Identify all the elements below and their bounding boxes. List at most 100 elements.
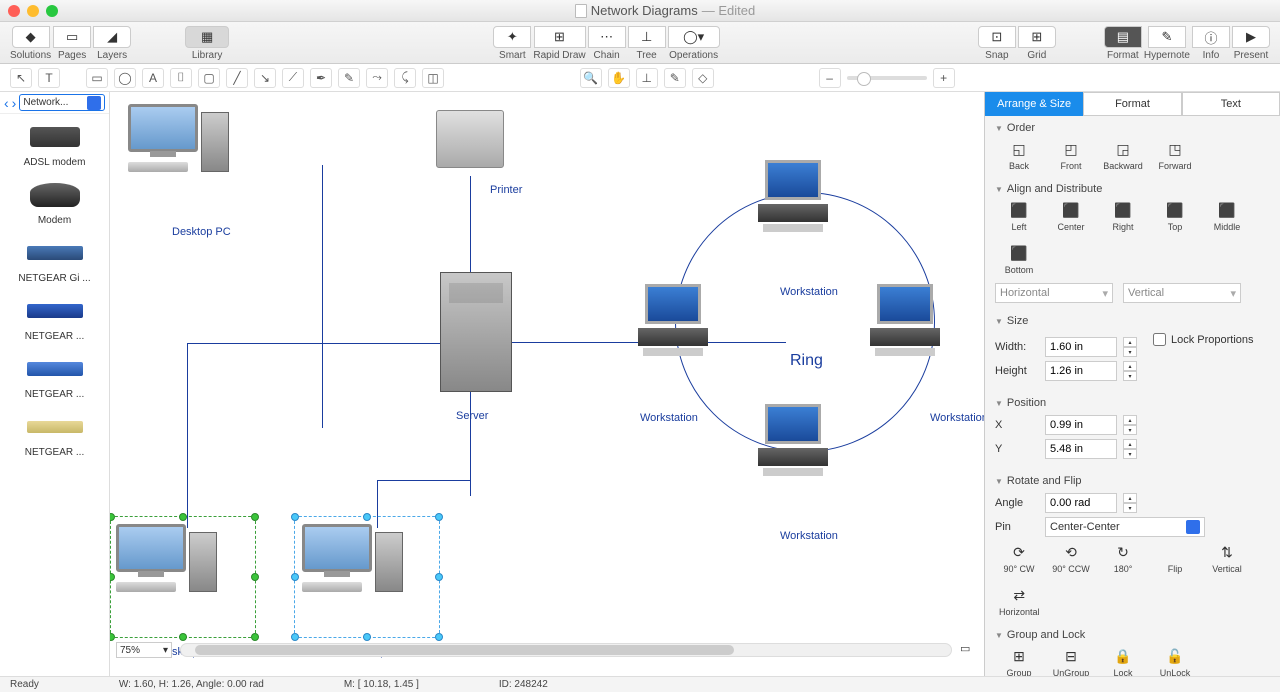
eraser-tool[interactable]: ◇ bbox=[692, 68, 714, 88]
arrow-tool[interactable]: ↘ bbox=[254, 68, 276, 88]
zoom-window-button[interactable] bbox=[46, 5, 58, 17]
present-button[interactable]: ▶Present bbox=[1232, 26, 1270, 61]
library-item-netgear-3[interactable]: NETGEAR ... bbox=[2, 352, 107, 400]
shape-workstation-bottom[interactable] bbox=[758, 404, 828, 476]
order-front-button[interactable]: ◰Front bbox=[1051, 140, 1091, 171]
pencil-tool[interactable]: ✎ bbox=[338, 68, 360, 88]
order-forward-button[interactable]: ◳Forward bbox=[1155, 140, 1195, 171]
height-input[interactable] bbox=[1045, 361, 1117, 381]
rotate-cw-button[interactable]: ⟳90° CW bbox=[999, 543, 1039, 574]
ellipse-tool[interactable]: ◯ bbox=[114, 68, 136, 88]
minimize-window-button[interactable] bbox=[27, 5, 39, 17]
text-shape-tool[interactable]: A bbox=[142, 68, 164, 88]
angle-input[interactable] bbox=[1045, 493, 1117, 513]
section-group[interactable]: Group and Lock bbox=[995, 629, 1270, 641]
eyedropper-tool[interactable]: ✎ bbox=[664, 68, 686, 88]
flip-horizontal-button[interactable]: ⇄Horizontal bbox=[999, 586, 1040, 617]
section-position[interactable]: Position bbox=[995, 397, 1270, 409]
pin-select[interactable]: Center-Center bbox=[1045, 517, 1205, 537]
close-window-button[interactable] bbox=[8, 5, 20, 17]
shape-server[interactable] bbox=[440, 272, 512, 392]
label-printer[interactable]: Printer bbox=[490, 184, 522, 196]
canvas-area[interactable]: Desktop PC Printer Server Ring Workstati… bbox=[110, 92, 984, 676]
x-stepper[interactable]: ▴▾ bbox=[1123, 415, 1137, 435]
pen-tool[interactable]: ✒ bbox=[310, 68, 332, 88]
order-back-button[interactable]: ◱Back bbox=[999, 140, 1039, 171]
library-button[interactable]: ▦Library bbox=[179, 26, 235, 61]
info-button[interactable]: ⓘInfo bbox=[1192, 26, 1230, 61]
zoom-slider[interactable] bbox=[847, 76, 927, 80]
height-stepper[interactable]: ▴▾ bbox=[1123, 361, 1137, 381]
x-input[interactable] bbox=[1045, 415, 1117, 435]
rotate-ccw-button[interactable]: ⟲90° CCW bbox=[1051, 543, 1091, 574]
tab-arrange-size[interactable]: Arrange & Size bbox=[985, 92, 1083, 116]
width-stepper[interactable]: ▴▾ bbox=[1123, 337, 1137, 357]
horizontal-scrollbar[interactable] bbox=[180, 643, 952, 657]
pointer-tool[interactable]: ↖ bbox=[10, 68, 32, 88]
tab-format[interactable]: Format bbox=[1083, 92, 1181, 116]
lock-proportions-checkbox[interactable]: Lock Proportions bbox=[1153, 333, 1254, 346]
connector-tool[interactable]: ⤳ bbox=[366, 68, 388, 88]
unlock-button[interactable]: 🔓UnLock bbox=[1155, 647, 1195, 676]
align-top-button[interactable]: ⬛Top bbox=[1155, 201, 1195, 232]
group-button[interactable]: ⊞Group bbox=[999, 647, 1039, 676]
format-panel-button[interactable]: ▤Format bbox=[1104, 26, 1142, 61]
shape-printer[interactable] bbox=[436, 110, 504, 168]
align-left-button[interactable]: ⬛Left bbox=[999, 201, 1039, 232]
label-workstation-top[interactable]: Workstation bbox=[780, 286, 838, 298]
stamp-tool[interactable]: ⊥ bbox=[636, 68, 658, 88]
rapid-draw-button[interactable]: ⊞Rapid Draw bbox=[533, 26, 585, 61]
hypernote-button[interactable]: ✎Hypernote bbox=[1144, 26, 1190, 61]
align-center-button[interactable]: ⬛Center bbox=[1051, 201, 1091, 232]
zoom-select[interactable]: 75%▾ bbox=[116, 642, 172, 658]
operations-button[interactable]: ◯▾Operations bbox=[668, 26, 720, 61]
library-forward-button[interactable]: › bbox=[12, 95, 17, 111]
angle-stepper[interactable]: ▴▾ bbox=[1123, 493, 1137, 513]
align-middle-button[interactable]: ⬛Middle bbox=[1207, 201, 1247, 232]
snap-button[interactable]: ⊡Snap bbox=[978, 26, 1016, 61]
library-item-adsl-modem[interactable]: ADSL modem bbox=[2, 120, 107, 168]
library-selector[interactable]: Network... bbox=[19, 94, 105, 111]
textbox-tool[interactable]: ⌷ bbox=[170, 68, 192, 88]
section-rotate[interactable]: Rotate and Flip bbox=[995, 475, 1270, 487]
pages-button[interactable]: ▭Pages bbox=[53, 26, 91, 61]
label-workstation-bottom[interactable]: Workstation bbox=[780, 530, 838, 542]
y-input[interactable] bbox=[1045, 439, 1117, 459]
crop-tool[interactable]: ◫ bbox=[422, 68, 444, 88]
ungroup-button[interactable]: ⊟UnGroup bbox=[1051, 647, 1091, 676]
rect-tool[interactable]: ▭ bbox=[86, 68, 108, 88]
shape-desktop-pc-1[interactable] bbox=[128, 104, 229, 172]
lock-button[interactable]: 🔒Lock bbox=[1103, 647, 1143, 676]
align-right-button[interactable]: ⬛Right bbox=[1103, 201, 1143, 232]
section-size[interactable]: Size bbox=[995, 315, 1270, 327]
label-workstation-left[interactable]: Workstation bbox=[640, 412, 698, 424]
distribute-vertical-select[interactable]: Vertical bbox=[1123, 283, 1241, 303]
distribute-horizontal-select[interactable]: Horizontal bbox=[995, 283, 1113, 303]
line-tool[interactable]: ╱ bbox=[226, 68, 248, 88]
smart-button[interactable]: ✦Smart bbox=[493, 26, 531, 61]
library-item-modem[interactable]: Modem bbox=[2, 178, 107, 226]
shape-workstation-top[interactable] bbox=[758, 160, 828, 232]
section-order[interactable]: Order bbox=[995, 122, 1270, 134]
zoom-in-button[interactable]: + bbox=[933, 68, 955, 88]
solutions-button[interactable]: ◆Solutions bbox=[10, 26, 51, 61]
hand-tool[interactable]: ✋ bbox=[608, 68, 630, 88]
tree-button[interactable]: ⊥Tree bbox=[628, 26, 666, 61]
library-back-button[interactable]: ‹ bbox=[4, 95, 9, 111]
label-workstation-right[interactable]: Workstation bbox=[930, 412, 984, 424]
text-tool[interactable]: T bbox=[38, 68, 60, 88]
shape-desktop-pc-3[interactable] bbox=[302, 524, 403, 592]
library-item-netgear-4[interactable]: NETGEAR ... bbox=[2, 410, 107, 458]
zoom-out-button[interactable]: – bbox=[819, 68, 841, 88]
arc-tool[interactable]: ⟋ bbox=[282, 68, 304, 88]
shape-desktop-pc-2[interactable] bbox=[116, 524, 217, 592]
width-input[interactable] bbox=[1045, 337, 1117, 357]
chain-button[interactable]: ⋯Chain bbox=[588, 26, 626, 61]
label-server[interactable]: Server bbox=[456, 410, 488, 422]
grid-button[interactable]: ⊞Grid bbox=[1018, 26, 1056, 61]
section-align[interactable]: Align and Distribute bbox=[995, 183, 1270, 195]
label-ring[interactable]: Ring bbox=[790, 352, 823, 370]
view-mode-icon[interactable]: ▭ bbox=[960, 642, 978, 658]
label-desktop-pc-1[interactable]: Desktop PC bbox=[172, 226, 231, 238]
layers-button[interactable]: ◢Layers bbox=[93, 26, 131, 61]
